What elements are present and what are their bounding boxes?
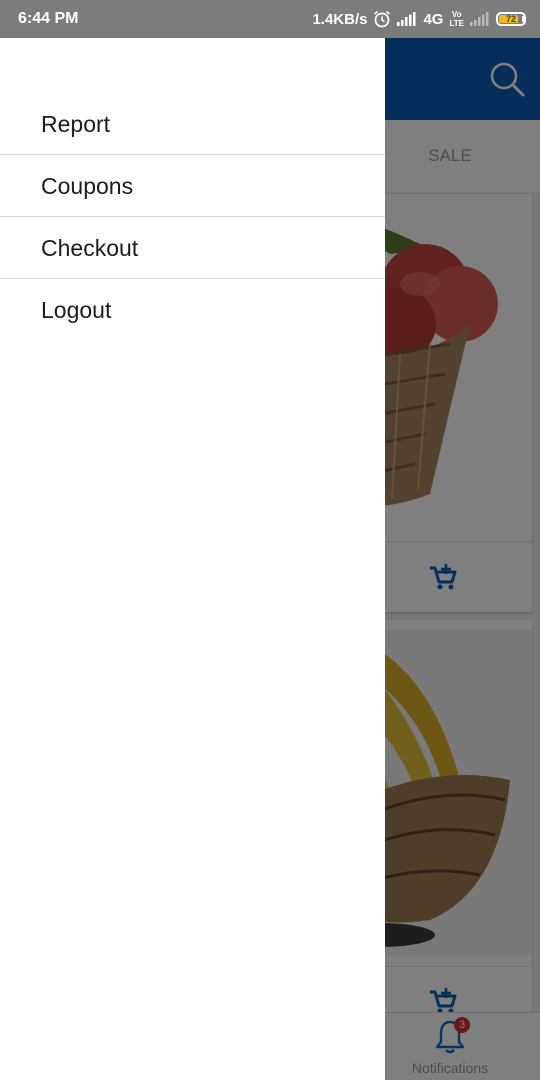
navigation-drawer: Report Coupons Checkout Logout	[0, 38, 385, 1080]
battery-level: 72	[505, 14, 516, 24]
status-bar: 6:44 PM 1.4KB/s 4G Vo LTE 72	[0, 0, 540, 38]
menu-item-logout[interactable]: Logout	[0, 279, 385, 341]
menu-item-report[interactable]: Report	[0, 93, 385, 155]
drawer-menu: Report Coupons Checkout Logout	[0, 93, 385, 341]
status-indicators: 1.4KB/s 4G Vo LTE 72	[312, 0, 526, 38]
alarm-icon	[374, 10, 391, 28]
volte-label-top: Vo	[451, 10, 462, 19]
screen: SALE	[0, 0, 540, 1080]
signal-weak-icon	[470, 12, 489, 26]
network-type: 4G	[423, 10, 444, 28]
volte-label: Vo LTE	[449, 10, 464, 28]
network-speed: 1.4KB/s	[312, 10, 368, 28]
battery-group: 72	[496, 12, 526, 26]
signal-icon	[397, 12, 416, 26]
status-time: 6:44 PM	[18, 10, 79, 27]
menu-item-checkout[interactable]: Checkout	[0, 217, 385, 279]
menu-item-coupons[interactable]: Coupons	[0, 155, 385, 217]
battery-icon: 72	[496, 12, 526, 26]
volte-label-bottom: LTE	[449, 19, 464, 28]
